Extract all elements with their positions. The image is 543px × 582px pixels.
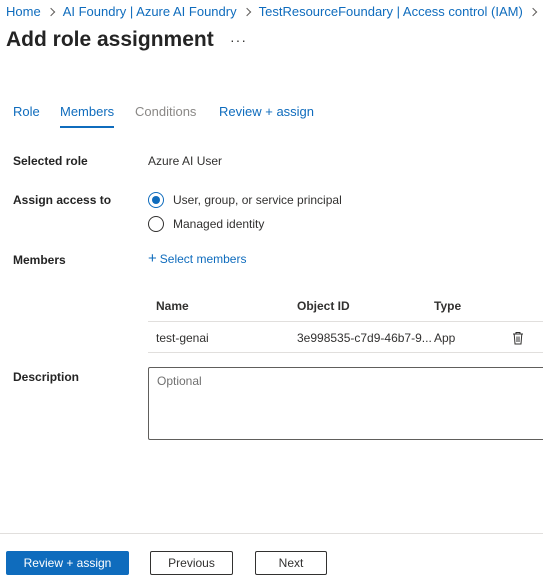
footer-divider bbox=[0, 533, 543, 534]
breadcrumb: Home AI Foundry | Azure AI Foundry TestR… bbox=[6, 4, 543, 19]
table-row: test-genai 3e998535-c7d9-46b7-9... App bbox=[148, 323, 543, 353]
selected-role-label: Selected role bbox=[13, 154, 88, 168]
previous-button[interactable]: Previous bbox=[150, 551, 233, 575]
column-header-name[interactable]: Name bbox=[156, 290, 189, 322]
tab-conditions: Conditions bbox=[135, 104, 197, 119]
column-header-object-id[interactable]: Object ID bbox=[297, 290, 350, 322]
radio-option-label: Managed identity bbox=[173, 217, 265, 231]
review-assign-button[interactable]: Review + assign bbox=[6, 551, 129, 575]
chevron-right-icon bbox=[46, 7, 55, 16]
member-object-id: 3e998535-c7d9-46b7-9... bbox=[297, 331, 432, 345]
description-label: Description bbox=[13, 370, 80, 384]
breadcrumb-access-control[interactable]: TestResourceFoundary | Access control (I… bbox=[259, 4, 523, 19]
radio-checked-icon[interactable] bbox=[148, 192, 164, 208]
members-label: Members bbox=[13, 253, 66, 267]
description-input[interactable] bbox=[148, 367, 543, 440]
members-table-header: Name Object ID Type bbox=[148, 290, 543, 322]
page-title: Add role assignment bbox=[6, 28, 214, 51]
radio-managed-identity[interactable]: Managed identity bbox=[148, 216, 264, 232]
chevron-right-icon bbox=[528, 7, 538, 16]
member-name: test-genai bbox=[156, 331, 209, 345]
selected-role-value: Azure AI User bbox=[148, 154, 223, 168]
radio-unchecked-icon[interactable] bbox=[148, 216, 164, 232]
select-members-label: Select members bbox=[159, 252, 247, 266]
tab-members[interactable]: Members bbox=[60, 104, 115, 128]
column-header-type[interactable]: Type bbox=[434, 290, 461, 322]
assign-access-label: Assign access to bbox=[13, 193, 112, 207]
next-button[interactable]: Next bbox=[255, 551, 327, 575]
tab-review-assign[interactable]: Review + assign bbox=[219, 104, 314, 128]
breadcrumb-home[interactable]: Home bbox=[6, 4, 41, 19]
select-members-link[interactable]: + Select members bbox=[148, 250, 247, 267]
trash-icon[interactable] bbox=[512, 331, 524, 345]
radio-user-group-principal[interactable]: User, group, or service principal bbox=[148, 192, 342, 208]
tab-role[interactable]: Role bbox=[13, 104, 40, 128]
radio-option-label: User, group, or service principal bbox=[173, 193, 342, 207]
plus-icon: + bbox=[148, 250, 157, 267]
breadcrumb-ai-foundry[interactable]: AI Foundry | Azure AI Foundry bbox=[63, 4, 237, 19]
member-type: App bbox=[434, 331, 456, 345]
more-options-icon[interactable]: ··· bbox=[230, 30, 246, 50]
chevron-right-icon bbox=[242, 7, 251, 16]
